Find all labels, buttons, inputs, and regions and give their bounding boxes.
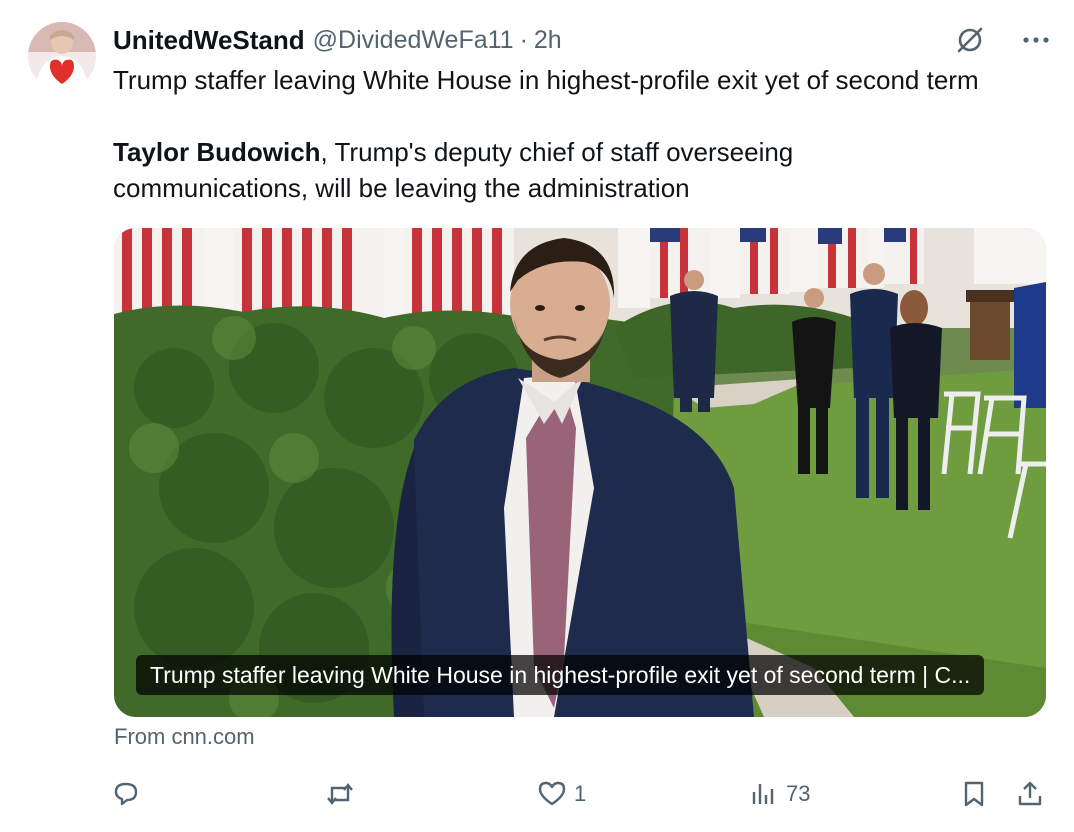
post-text-bold-name: Taylor Budowich [113, 137, 321, 167]
link-card[interactable]: Trump staffer leaving White House in hig… [114, 228, 1046, 717]
reply-icon [114, 782, 138, 806]
user-handle[interactable]: @DividedWeFa11 [313, 26, 514, 55]
views-button[interactable]: 73 [748, 772, 810, 816]
separator-dot: · [519, 25, 528, 54]
repost-button[interactable] [324, 772, 362, 816]
avatar-image [28, 22, 96, 90]
action-bar: 1 73 [110, 772, 1055, 816]
post-text-line1: Trump staffer leaving White House in hig… [113, 65, 979, 95]
share-icon [1018, 781, 1042, 806]
like-button[interactable]: 1 [536, 772, 586, 816]
post-text-paragraph: Taylor Budowich, Trump's deputy chief of… [113, 134, 873, 206]
bg-person-5 [1014, 282, 1046, 408]
post-header: UnitedWeStand @DividedWeFa11 · 2h [113, 24, 1054, 56]
post-text: Trump staffer leaving White House in hig… [113, 62, 1063, 206]
views-count: 73 [786, 781, 811, 806]
bookmark-icon [964, 781, 984, 807]
avatar[interactable] [28, 22, 96, 90]
card-source[interactable]: From cnn.com [114, 724, 255, 750]
card-caption: Trump staffer leaving White House in hig… [136, 655, 985, 695]
views-icon [752, 784, 774, 804]
more-icon[interactable] [1018, 24, 1054, 56]
like-count: 1 [574, 781, 587, 806]
bookmark-button[interactable] [958, 772, 990, 816]
repost-icon [327, 783, 353, 805]
share-button[interactable] [1014, 772, 1046, 816]
grok-icon[interactable] [954, 24, 986, 56]
card-image [114, 228, 1046, 717]
reply-button[interactable] [110, 772, 148, 816]
heart-icon [538, 781, 566, 806]
display-name[interactable]: UnitedWeStand [113, 25, 305, 56]
post-time[interactable]: 2h [534, 26, 562, 55]
